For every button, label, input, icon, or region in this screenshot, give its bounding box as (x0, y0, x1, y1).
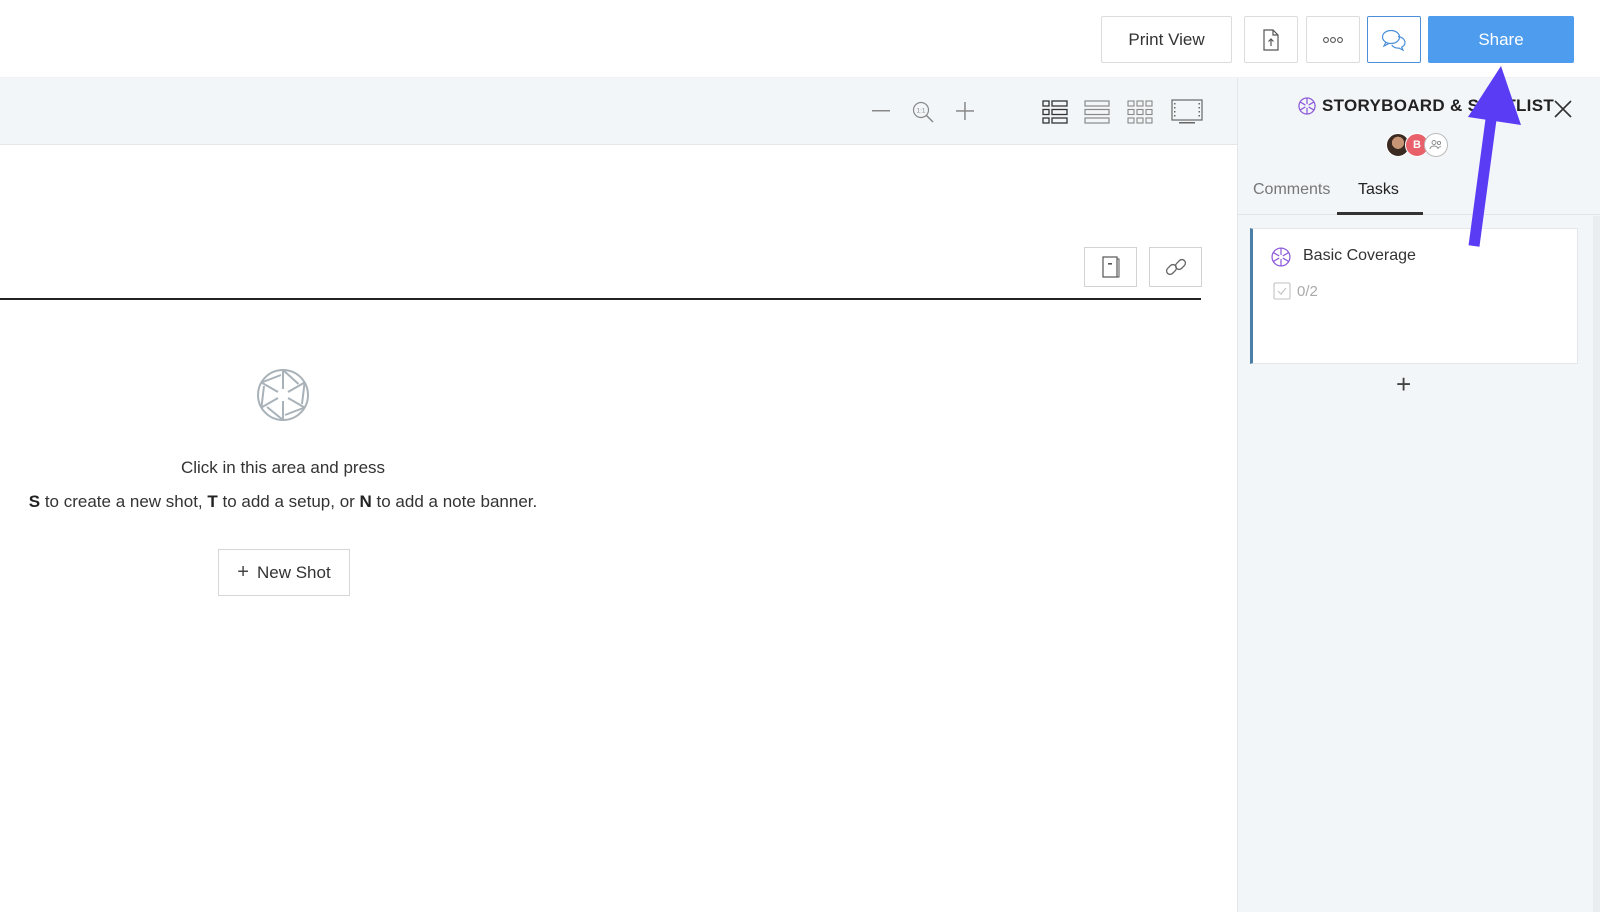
view-filmstrip-button[interactable] (1169, 97, 1205, 127)
collaborator-avatars[interactable]: B (1386, 133, 1448, 157)
minus-icon (872, 110, 890, 112)
shortcut-key-t: T (207, 492, 218, 511)
grid-view-icon (1127, 100, 1153, 124)
storyboard-side-panel: STORYBOARD & SHOTLIST B Comments Tasks B… (1237, 78, 1600, 912)
zoom-reset-button[interactable]: 1:1 (909, 98, 937, 126)
avatar-group-icon[interactable] (1424, 133, 1448, 157)
shortcut-key-s: S (28, 492, 41, 511)
hint-text: to add a setup, or (217, 492, 360, 511)
panel-title-text: STORYBOARD & SHOTLIST (1322, 96, 1555, 115)
add-task-button[interactable]: + (1396, 371, 1411, 397)
plus-icon (956, 102, 974, 120)
svg-text:1:1: 1:1 (916, 108, 925, 115)
active-tab-indicator (1337, 212, 1423, 215)
zoom-in-button[interactable] (952, 98, 978, 124)
checkbox-icon (1273, 282, 1291, 300)
panel-title: STORYBOARD & SHOTLIST (1298, 96, 1554, 116)
new-shot-label: New Shot (256, 562, 331, 582)
task-progress: 0/2 (1273, 282, 1318, 300)
view-list-detail-button[interactable] (1040, 98, 1070, 126)
task-card[interactable]: Basic Coverage 0/2 (1250, 228, 1578, 364)
filmstrip-view-icon (1171, 99, 1203, 124)
list-view-icon (1084, 100, 1110, 124)
section-divider (0, 298, 1201, 300)
zoom-1to1-icon: 1:1 (912, 101, 934, 123)
copy-link-button[interactable] (1149, 247, 1202, 287)
empty-state-hint: Click in this area and press (180, 458, 386, 477)
file-export-icon (1263, 28, 1279, 51)
notes-button[interactable] (1084, 247, 1137, 287)
tab-tasks[interactable]: Tasks (1358, 181, 1399, 199)
close-icon (1554, 100, 1572, 118)
task-title: Basic Coverage (1303, 247, 1416, 264)
link-icon (1165, 258, 1186, 276)
notebook-icon (1101, 256, 1119, 278)
top-toolbar: Print View Share (0, 0, 1600, 78)
close-panel-button[interactable] (1552, 98, 1574, 120)
tab-comments[interactable]: Comments (1253, 181, 1330, 199)
aperture-icon (1271, 247, 1291, 267)
list-detail-view-icon (1042, 100, 1068, 124)
panel-tabs: Comments Tasks (1238, 178, 1600, 215)
panel-scrollbar[interactable] (1593, 216, 1600, 912)
zoom-toolbar: 1:1 (0, 78, 1237, 145)
export-button[interactable] (1244, 16, 1298, 63)
view-list-button[interactable] (1082, 98, 1112, 126)
task-progress-text: 0/2 (1297, 282, 1318, 300)
shotlist-canvas[interactable]: 1:1 Click in this area and press S to cr… (0, 78, 1237, 912)
share-button[interactable]: Share (1428, 16, 1574, 63)
plus-icon: + (237, 561, 249, 583)
hint-text: to create a new shot, (40, 492, 208, 511)
more-options-button[interactable] (1306, 16, 1360, 63)
view-grid-button[interactable] (1125, 98, 1155, 126)
keyboard-shortcut-hint: S to create a new shot, T to add a setup… (0, 492, 566, 512)
zoom-out-button[interactable] (868, 98, 894, 124)
print-view-button[interactable]: Print View (1101, 16, 1232, 63)
shortcut-key-n: N (359, 492, 372, 511)
aperture-icon (1298, 97, 1316, 115)
new-shot-button[interactable]: + New Shot (218, 549, 350, 596)
comments-toggle-button[interactable] (1367, 16, 1421, 63)
aperture-icon (257, 369, 309, 421)
speech-bubbles-icon (1381, 29, 1406, 51)
more-dots-icon (1323, 36, 1343, 43)
hint-text: to add a note banner. (371, 492, 538, 511)
